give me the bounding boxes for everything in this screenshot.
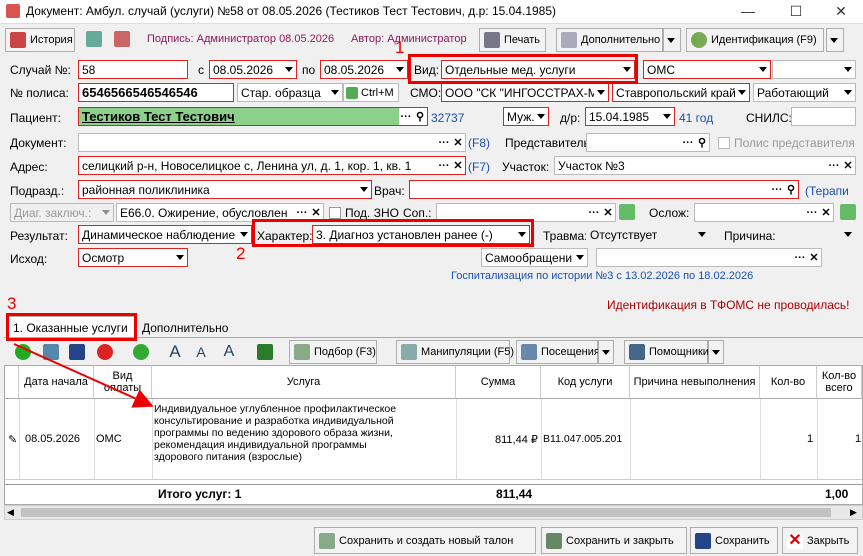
annotation-arrow	[13, 343, 154, 408]
